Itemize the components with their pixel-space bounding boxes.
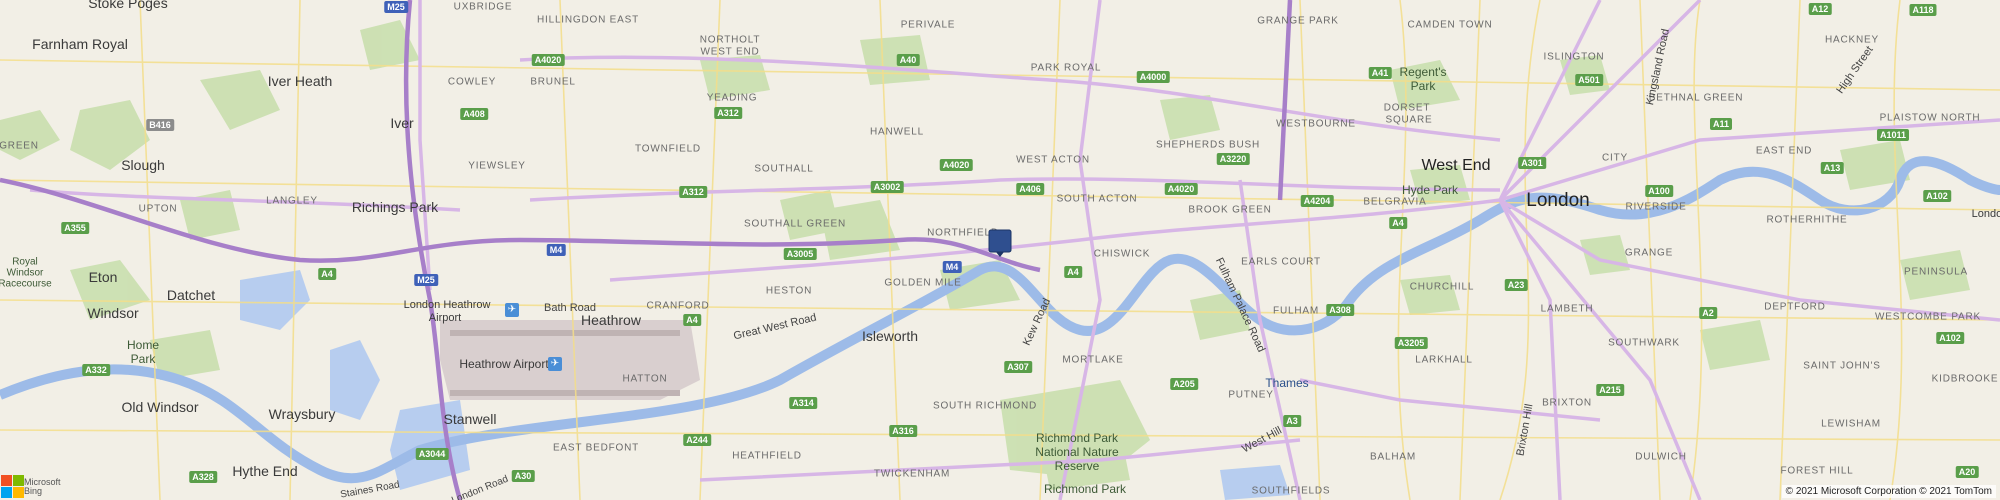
road-shield: A3044 <box>415 448 449 460</box>
road-shield: A3205 <box>1394 337 1428 349</box>
road-shield: A301 <box>1518 157 1546 169</box>
road-shield: A3220 <box>1216 153 1250 165</box>
road-shield: A4020 <box>531 54 565 66</box>
road-shield: A314 <box>789 397 817 409</box>
road-shield: M25 <box>384 1 408 13</box>
location-marker-icon <box>988 229 1012 257</box>
road-shield: A408 <box>460 108 488 120</box>
road-shield: A4020 <box>939 159 973 171</box>
road-shield: B416 <box>146 119 174 131</box>
road-shield: M25 <box>414 274 438 286</box>
road-shield: A328 <box>189 471 217 483</box>
road-shield: M4 <box>942 261 962 273</box>
road-shield: A307 <box>1004 361 1032 373</box>
road-shield: A312 <box>679 186 707 198</box>
road-shield: A4204 <box>1300 195 1334 207</box>
road-shield: A40 <box>896 54 920 66</box>
road-shield: A355 <box>61 222 89 234</box>
road-shield: A215 <box>1596 384 1624 396</box>
road-shield: A102 <box>1936 332 1964 344</box>
map-view[interactable]: Stoke Poges Farnham Royal Iver Heath Ive… <box>0 0 2000 500</box>
road-shield: A100 <box>1645 185 1673 197</box>
copyright-notice: © 2021 Microsoft Corporation © 2021 TomT… <box>1781 485 1996 498</box>
logo-line2: Bing <box>24 486 43 496</box>
road-shield: A316 <box>889 425 917 437</box>
road-shield: A118 <box>1909 4 1937 16</box>
road-shield: A12 <box>1808 3 1832 15</box>
road-shield: A4 <box>1389 217 1407 229</box>
road-shield: A23 <box>1504 279 1528 291</box>
road-shield: A3002 <box>870 181 904 193</box>
road-shield: A4020 <box>1164 183 1198 195</box>
location-marker[interactable] <box>988 229 1012 262</box>
road-shield: A312 <box>714 107 742 119</box>
road-shield: A3005 <box>783 248 817 260</box>
road-shield: M4 <box>546 244 566 256</box>
road-shield: A406 <box>1016 183 1044 195</box>
road-shield: A4 <box>318 268 336 280</box>
road-shield: A4 <box>683 314 701 326</box>
road-shield: A308 <box>1326 304 1354 316</box>
road-shield: A2 <box>1699 307 1717 319</box>
logo-text: Microsoft Bing <box>24 478 61 496</box>
road-shield: A3 <box>1283 415 1301 427</box>
road-shield: A13 <box>1820 162 1844 174</box>
road-shield: A205 <box>1170 378 1198 390</box>
road-shield: A30 <box>511 470 535 482</box>
road-shield: A332 <box>82 364 110 376</box>
airport-icon: ✈ <box>548 357 562 371</box>
road-shield: A4000 <box>1136 71 1170 83</box>
road-shield: A501 <box>1575 74 1603 86</box>
road-shield: A1011 <box>1876 129 1910 141</box>
road-shield: A11 <box>1709 118 1733 130</box>
road-shield: A41 <box>1368 67 1392 79</box>
airport-icon: ✈ <box>505 303 519 317</box>
heathrow-airport-area <box>440 320 700 400</box>
road-shield: A4 <box>1064 266 1082 278</box>
road-shield: A102 <box>1923 190 1951 202</box>
road-shield: A20 <box>1955 466 1979 478</box>
road-shield: A244 <box>683 434 711 446</box>
